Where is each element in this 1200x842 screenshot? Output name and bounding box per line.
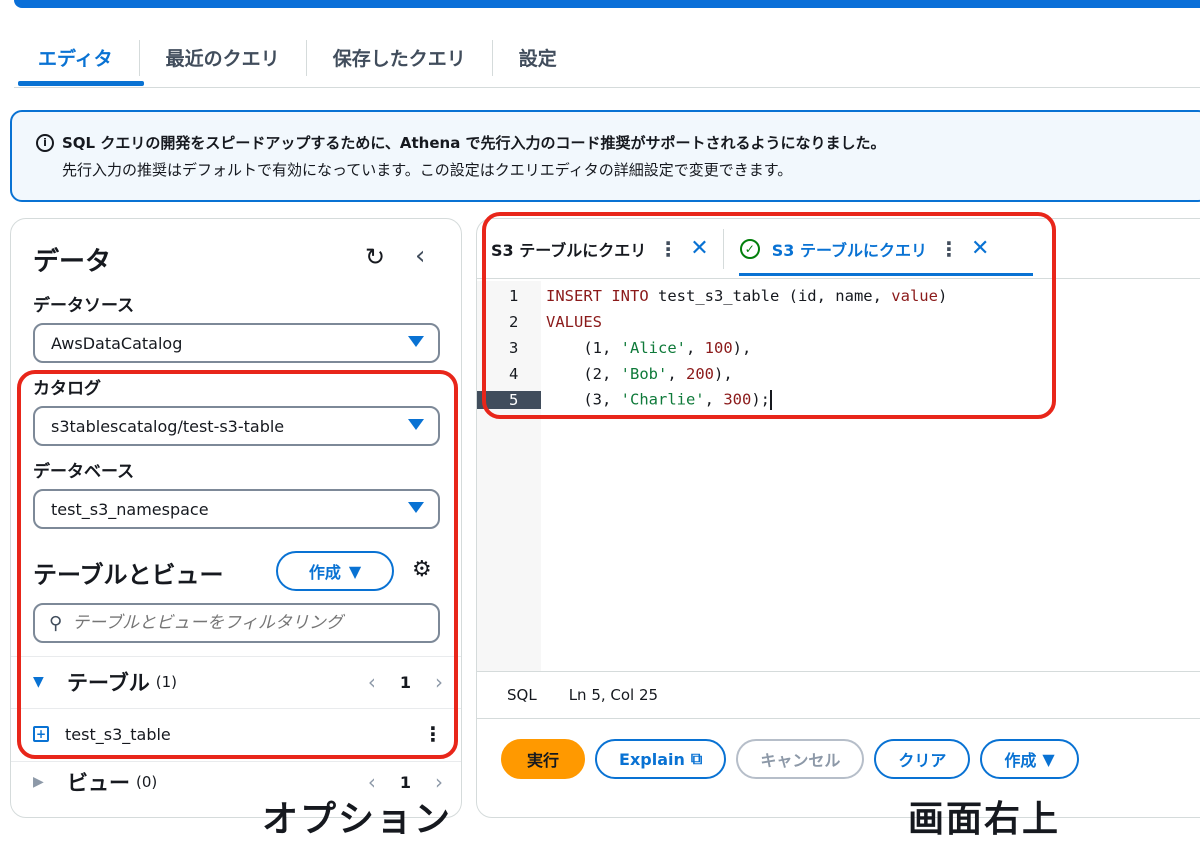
refresh-icon[interactable]: ↻ <box>365 243 385 271</box>
status-position: Ln 5, Col 25 <box>568 686 659 704</box>
external-link-icon: ⧉ <box>690 749 703 768</box>
explain-button[interactable]: Explain ⧉ <box>595 739 727 779</box>
create-query-button[interactable]: 作成 ▼ <box>980 739 1079 779</box>
caret-down-icon: ▼ <box>1042 749 1055 769</box>
tab-saved-queries[interactable]: 保存したクエリ <box>305 39 492 76</box>
caret-down-icon <box>408 336 424 347</box>
query-actions: 実行 Explain ⧉ キャンセル クリア 作成 ▼ <box>501 739 1079 779</box>
cancel-button[interactable]: キャンセル <box>736 739 865 779</box>
views-count: (0) <box>136 773 158 791</box>
datasource-value: AwsDataCatalog <box>51 333 183 353</box>
datasource-select[interactable]: AwsDataCatalog <box>33 323 440 363</box>
highlight-box <box>482 212 1056 419</box>
info-icon: i <box>36 133 54 152</box>
collapsed-icon[interactable]: ▶ <box>33 774 67 790</box>
run-button[interactable]: 実行 <box>501 739 586 779</box>
highlight-box <box>17 370 458 759</box>
main-tabs: エディタ 最近のクエリ 保存したクエリ 設定 <box>14 28 1200 88</box>
info-description: 先行入力の推奨はデフォルトで有効になっています。この設定はクエリエディタの詳細設… <box>62 161 793 179</box>
page-number: 1 <box>399 772 411 792</box>
tab-settings[interactable]: 設定 <box>491 39 583 76</box>
editor-status-bar: SQL Ln 5, Col 25 <box>477 671 1200 719</box>
caption-text: オプション 画面右上 <box>262 799 1061 840</box>
clear-button[interactable]: クリア <box>874 739 971 779</box>
tab-editor[interactable]: エディタ <box>14 40 139 76</box>
top-blue-bar <box>0 0 1200 11</box>
panel-title: データ <box>33 247 112 277</box>
collapse-panel-icon[interactable]: ‹ <box>415 241 425 271</box>
tab-recent-queries[interactable]: 最近のクエリ <box>138 39 306 76</box>
active-tab-indicator <box>18 81 144 86</box>
info-banner: i SQL クエリの開発をスピードアップするために、Athena で先行入力のコ… <box>10 110 1200 202</box>
info-title: SQL クエリの開発をスピードアップするために、Athena で先行入力のコード… <box>62 134 886 152</box>
status-language: SQL <box>507 686 537 704</box>
views-group-name: ビュー <box>67 771 130 795</box>
datasource-label: データソース <box>33 296 135 316</box>
